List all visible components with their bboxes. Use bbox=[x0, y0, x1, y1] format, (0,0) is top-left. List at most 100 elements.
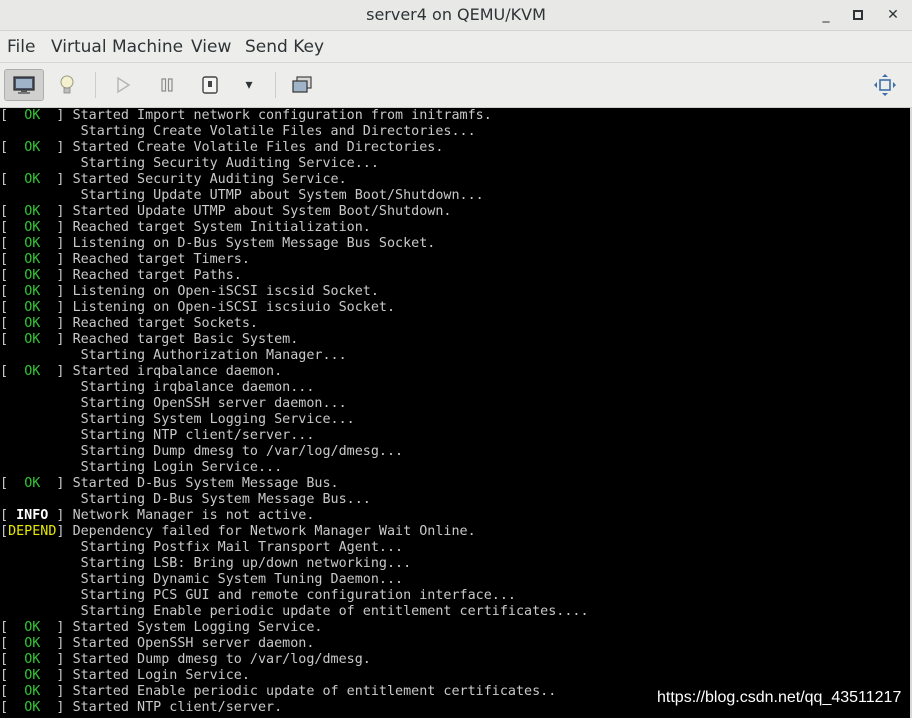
menu-send-key[interactable]: Send Key bbox=[245, 37, 324, 57]
console-line-status: [ OK ] bbox=[0, 220, 73, 235]
console-line-text: Starting irqbalance daemon... bbox=[80, 380, 315, 395]
console-line-text: Reached target Paths. bbox=[72, 268, 242, 283]
window-titlebar[interactable]: server4 on QEMU/KVM _ ✕ bbox=[0, 0, 912, 31]
console-line-status bbox=[0, 156, 81, 171]
console-line: [ OK ] Listening on Open-iSCSI iscsid So… bbox=[0, 284, 379, 300]
console-line-status bbox=[0, 380, 81, 395]
minimize-button[interactable]: _ bbox=[815, 4, 837, 26]
window-title: server4 on QEMU/KVM bbox=[366, 5, 546, 24]
shutdown-menu-button[interactable]: ▾ bbox=[238, 69, 260, 101]
shutdown-button[interactable] bbox=[196, 69, 224, 101]
console-line-text: Starting OpenSSH server daemon... bbox=[80, 396, 347, 411]
console-line: Starting Postfix Mail Transport Agent... bbox=[0, 540, 403, 556]
menu-file[interactable]: File bbox=[7, 37, 35, 57]
console-line-text: Started Enable periodic update of entitl… bbox=[72, 684, 557, 699]
console-line-status bbox=[0, 556, 81, 571]
console-line: [ OK ] Started irqbalance daemon. bbox=[0, 364, 282, 380]
console-line-text: Started System Logging Service. bbox=[72, 620, 323, 635]
details-button[interactable] bbox=[52, 69, 82, 101]
console-line-status: [ OK ] bbox=[0, 284, 73, 299]
menu-view[interactable]: View bbox=[191, 37, 231, 57]
toolbar-separator bbox=[275, 72, 276, 98]
console-line-status bbox=[0, 428, 81, 443]
console-line: [ OK ] Started Login Service. bbox=[0, 668, 250, 684]
console-line-text: Starting Dump dmesg to /var/log/dmesg... bbox=[80, 444, 404, 459]
console-line-status: [ OK ] bbox=[0, 300, 73, 315]
run-button[interactable] bbox=[108, 69, 138, 101]
console-line: Starting Update UTMP about System Boot/S… bbox=[0, 188, 484, 204]
console-line-status bbox=[0, 588, 81, 603]
console-line-text: Starting LSB: Bring up/down networking..… bbox=[80, 556, 412, 571]
console-line-status bbox=[0, 460, 81, 475]
console-line-status: [ OK ] bbox=[0, 476, 73, 491]
console-line-text: Starting Dynamic System Tuning Daemon... bbox=[80, 572, 404, 587]
console-line: Starting Security Auditing Service... bbox=[0, 156, 379, 172]
console-line-text: Reached target Basic System. bbox=[72, 332, 299, 347]
console-line-text: Starting PCS GUI and remote configuratio… bbox=[80, 588, 516, 603]
console-line-status: [ OK ] bbox=[0, 172, 73, 187]
show-console-button[interactable] bbox=[4, 69, 44, 101]
vm-console[interactable]: [ OK ] Started Import network configurat… bbox=[0, 108, 910, 718]
console-line-text: Starting Create Volatile Files and Direc… bbox=[80, 124, 476, 139]
console-line-text: Reached target System Initialization. bbox=[72, 220, 371, 235]
console-line-status: [ OK ] bbox=[0, 108, 73, 123]
console-line-status: [ OK ] bbox=[0, 140, 73, 155]
console-line-text: Starting Update UTMP about System Boot/S… bbox=[80, 188, 484, 203]
console-line: [ OK ] Started Security Auditing Service… bbox=[0, 172, 347, 188]
console-line-status: [ INFO ] bbox=[0, 508, 73, 523]
console-line: Starting Create Volatile Files and Direc… bbox=[0, 124, 476, 140]
menu-virtual-machine[interactable]: Virtual Machine bbox=[51, 37, 183, 57]
console-line-status bbox=[0, 444, 81, 459]
console-line-text: Started OpenSSH server daemon. bbox=[72, 636, 315, 651]
console-line: [ OK ] Started System Logging Service. bbox=[0, 620, 322, 636]
console-line-text: Reached target Timers. bbox=[72, 252, 250, 267]
console-line: Starting PCS GUI and remote configuratio… bbox=[0, 588, 516, 604]
console-line-text: Starting NTP client/server... bbox=[80, 428, 315, 443]
console-line-status bbox=[0, 412, 81, 427]
console-line: [ OK ] Started NTP client/server. bbox=[0, 700, 282, 716]
console-line: [ OK ] Started Enable periodic update of… bbox=[0, 684, 556, 700]
console-line-text: Starting Login Service... bbox=[80, 460, 283, 475]
close-icon: ✕ bbox=[887, 7, 899, 23]
minimize-icon: _ bbox=[822, 7, 830, 23]
maximize-button[interactable] bbox=[847, 4, 869, 26]
console-line-status bbox=[0, 396, 81, 411]
console-line-text: Listening on Open-iSCSI iscsiuio Socket. bbox=[72, 300, 396, 315]
pause-icon bbox=[161, 78, 173, 92]
console-line: Starting Enable periodic update of entit… bbox=[0, 604, 589, 620]
console-line-status: [ OK ] bbox=[0, 668, 73, 683]
console-line-text: Starting Security Auditing Service... bbox=[80, 156, 379, 171]
console-line: [DEPEND] Dependency failed for Network M… bbox=[0, 524, 476, 540]
console-line-text: Started Login Service. bbox=[72, 668, 250, 683]
fullscreen-button[interactable] bbox=[870, 69, 900, 101]
console-line: [ OK ] Reached target Timers. bbox=[0, 252, 250, 268]
console-line-text: Started Security Auditing Service. bbox=[72, 172, 347, 187]
fullscreen-icon bbox=[874, 74, 896, 96]
console-line: Starting Authorization Manager... bbox=[0, 348, 347, 364]
snapshots-button[interactable] bbox=[287, 69, 317, 101]
console-line-status bbox=[0, 540, 81, 555]
lightbulb-icon bbox=[60, 75, 74, 94]
play-icon bbox=[117, 76, 131, 94]
console-line-text: Started Update UTMP about System Boot/Sh… bbox=[72, 204, 452, 219]
console-line-status: [ OK ] bbox=[0, 268, 73, 283]
console-line-status bbox=[0, 188, 81, 203]
monitor-icon bbox=[13, 76, 35, 94]
maximize-icon bbox=[853, 10, 863, 20]
console-line-status bbox=[0, 124, 81, 139]
console-line: Starting Login Service... bbox=[0, 460, 283, 476]
console-line-status: [ OK ] bbox=[0, 252, 73, 267]
console-line-status bbox=[0, 348, 81, 363]
close-button[interactable]: ✕ bbox=[882, 4, 904, 26]
console-line-text: Listening on Open-iSCSI iscsid Socket. bbox=[72, 284, 379, 299]
console-line: [ OK ] Started OpenSSH server daemon. bbox=[0, 636, 314, 652]
console-line-text: Starting Authorization Manager... bbox=[80, 348, 347, 363]
console-line-status: [ OK ] bbox=[0, 700, 73, 715]
console-line: Starting Dynamic System Tuning Daemon... bbox=[0, 572, 403, 588]
console-line-text: Started Import network configuration fro… bbox=[72, 108, 492, 123]
console-line: Starting irqbalance daemon... bbox=[0, 380, 315, 396]
console-line-status: [DEPEND] bbox=[0, 524, 73, 539]
console-line-text: Starting System Logging Service... bbox=[80, 412, 355, 427]
console-line-status: [ OK ] bbox=[0, 316, 73, 331]
pause-button[interactable] bbox=[152, 69, 182, 101]
